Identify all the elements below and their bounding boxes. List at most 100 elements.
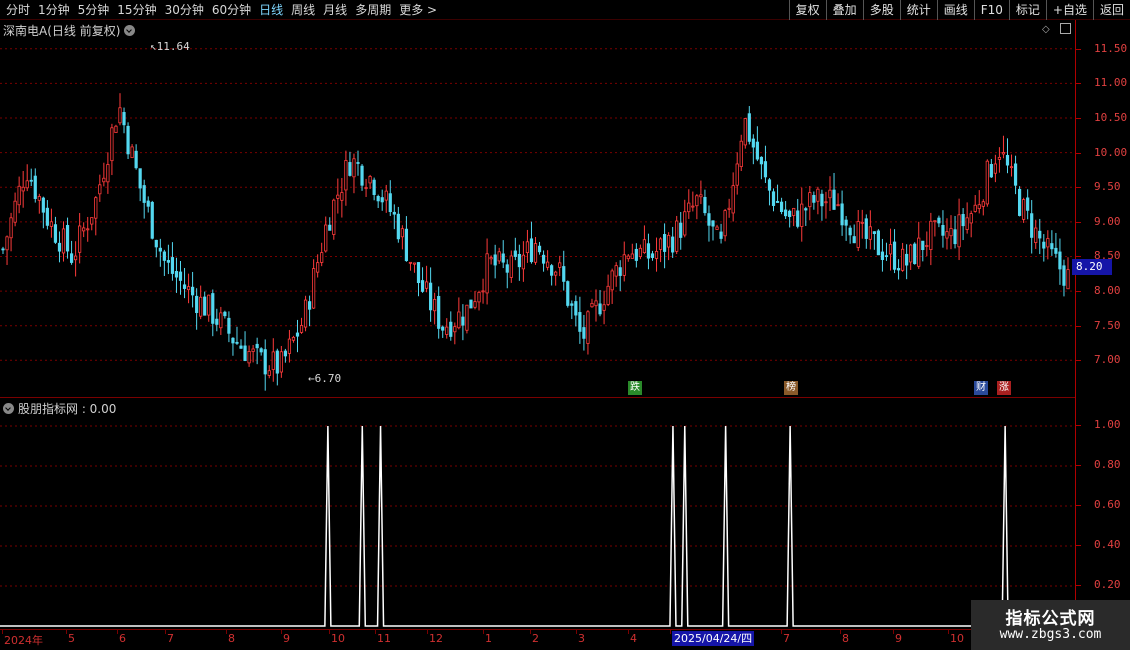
toolbar-button-6[interactable]: 标记 [1008,0,1046,20]
candle-body [820,193,824,207]
candle-body [182,284,187,289]
candle-body [836,204,840,207]
candle-body [74,255,78,261]
candle-body [747,113,751,142]
candle-body [852,236,856,244]
candle-body [763,161,768,178]
candle-body [1046,238,1050,248]
watermark-title: 指标公式网 [1005,609,1096,629]
candle-body [546,261,550,268]
candle-body [771,191,776,206]
low-price-value: 6.70 [314,372,342,385]
period-tab-5[interactable]: 60分钟 [208,2,255,18]
toolbar-button-1[interactable]: 叠加 [825,0,863,20]
period-tab-10[interactable]: 更多 > [395,2,441,18]
toolbar-button-5[interactable]: F10 [973,0,1009,20]
marker-up[interactable]: 涨 [997,381,1011,395]
marker-finance[interactable]: 财 [974,381,988,395]
period-tab-1[interactable]: 1分钟 [34,2,74,18]
candle-body [49,221,54,227]
candle-body [275,350,279,374]
date-axis-label: 8 [842,632,849,645]
candle-body [909,244,913,263]
candle-body [888,244,893,255]
candle-body [1034,227,1038,243]
period-tab-0[interactable]: 分时 [2,2,34,18]
candle-body [1054,247,1058,254]
toolbar-buttons: 复权 叠加 多股 统计 画线 F10 标记 +自选 返回 [788,0,1130,20]
date-axis-label: 6 [119,632,126,645]
indicator-axis-tick [1076,585,1081,586]
candle-body [594,300,598,307]
candle-body [925,245,929,247]
period-tab-3[interactable]: 15分钟 [113,2,160,18]
price-chart-panel[interactable]: 深南电A(日线 前复权) ↖11.64 ←6.70 跌 榜 财 涨 ◇ [0,20,1075,396]
candle-body [973,204,977,212]
toolbar-button-0[interactable]: 复权 [788,0,826,20]
toolbar-button-7[interactable]: +自选 [1045,0,1093,20]
candle-body [997,156,1002,160]
candle-body [215,318,219,325]
candle-body [965,217,969,230]
period-tab-2[interactable]: 5分钟 [74,2,114,18]
candle-body [779,201,784,212]
panel-toggle-icon[interactable] [1060,23,1071,34]
candle-body [727,207,731,210]
candle-body [622,254,626,276]
diamond-icon[interactable]: ◇ [1042,24,1050,35]
candle-body [154,239,158,248]
toolbar-button-2[interactable]: 多股 [862,0,900,20]
date-axis-label: 3 [578,632,585,645]
candle-body [82,227,86,232]
candle-body [513,250,517,257]
candle-body [804,208,808,211]
candle-body [699,194,703,198]
indicator-chart[interactable] [0,398,1075,630]
chevron-down-icon[interactable] [124,25,136,36]
period-tabs: 分时 1分钟 5分钟 15分钟 30分钟 60分钟 日线 周线 月线 多周期 更多 > [2,2,441,18]
date-axis-label: 1 [485,632,492,645]
candle-body [606,285,610,305]
candle-body [537,245,542,253]
candle-body [921,240,925,251]
candle-body [5,236,9,251]
candle-body [420,280,425,292]
candle-body [832,189,836,210]
chevron-down-icon[interactable] [3,403,14,414]
period-tab-9[interactable]: 多周期 [351,2,395,18]
period-tab-7[interactable]: 周线 [287,2,319,18]
candle-body [884,255,889,258]
candle-body [1022,199,1026,220]
period-tab-8[interactable]: 月线 [319,2,351,18]
candle-body [751,138,755,148]
date-tick [530,630,531,634]
candle-body [324,224,328,252]
candle-body [299,325,304,333]
price-axis-tick [1076,118,1081,119]
toolbar-button-4[interactable]: 画线 [936,0,974,20]
candle-body [731,185,735,214]
indicator-axis-tick [1076,545,1081,546]
candle-body [186,286,191,291]
date-axis-label: 2 [532,632,539,645]
candle-body [977,204,981,209]
candlestick-chart[interactable] [0,20,1075,396]
candle-body [796,210,800,227]
marker-rank[interactable]: 榜 [784,381,798,395]
watermark-url: www.zbgs3.com [999,627,1102,642]
date-axis-label: 12 [429,632,443,645]
candle-body [586,311,590,344]
marker-down[interactable]: 跌 [628,381,642,395]
period-tab-6[interactable]: 日线 [255,2,287,18]
candle-body [178,271,183,281]
toolbar-button-8[interactable]: 返回 [1092,0,1130,20]
toolbar-button-3[interactable]: 统计 [899,0,937,20]
indicator-axis-label: 0.20 [1094,578,1121,591]
price-axis-tick [1076,187,1081,189]
price-axis-label: 11.50 [1094,41,1128,55]
price-axis-tick [1076,152,1081,154]
price-axis-label: 11.00 [1094,76,1128,90]
indicator-panel[interactable]: 股朋指标网 : 0.00 [0,397,1075,629]
candle-body [126,125,130,155]
period-tab-4[interactable]: 30分钟 [161,2,208,18]
